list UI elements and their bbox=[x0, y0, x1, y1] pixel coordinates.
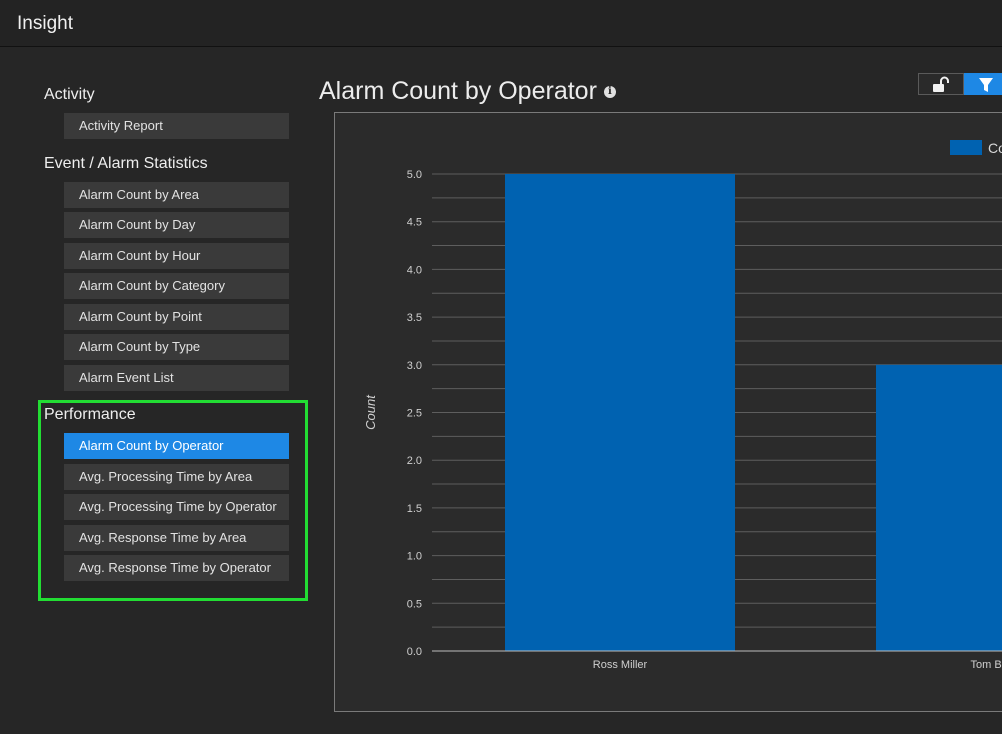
y-axis-label: Count bbox=[363, 394, 378, 430]
y-tick-label: 2.0 bbox=[407, 455, 422, 467]
section-heading-event-alarm-statistics: Event / Alarm Statistics bbox=[44, 155, 208, 172]
filter-icon bbox=[979, 78, 993, 92]
y-tick-label: 2.5 bbox=[407, 408, 422, 420]
nav-item-alarm-count-by-operator[interactable]: Alarm Count by Operator bbox=[64, 433, 289, 459]
y-tick-label: 1.0 bbox=[407, 551, 422, 563]
bar-chart: 0.0 0.5 1.0 1.5 2.0 2.5 3.0 3.5 4.0 4.5 5.0 Count Ro… bbox=[363, 140, 1002, 671]
nav-item-activity-report[interactable]: Activity Report bbox=[64, 113, 289, 139]
nav-item-alarm-event-list[interactable]: Alarm Event List bbox=[64, 365, 289, 391]
y-tick-label: 0.0 bbox=[407, 646, 422, 658]
nav-item-avg-response-time-by-area[interactable]: Avg. Response Time by Area bbox=[64, 525, 289, 551]
app-titlebar: Insight bbox=[0, 0, 1002, 47]
y-tick-label: 1.5 bbox=[407, 503, 422, 515]
content-area: Activity Activity Report Event / Alarm S… bbox=[0, 47, 1002, 734]
nav-item-avg-response-time-by-operator[interactable]: Avg. Response Time by Operator bbox=[64, 555, 289, 581]
nav-item-avg-processing-time-by-operator[interactable]: Avg. Processing Time by Operator bbox=[64, 494, 289, 520]
nav-item-alarm-count-by-day[interactable]: Alarm Count by Day bbox=[64, 212, 289, 238]
y-tick-label: 3.5 bbox=[407, 312, 422, 324]
x-tick-label: Ross Miller bbox=[593, 659, 648, 671]
x-tick-label: Tom Bra bbox=[971, 659, 1002, 671]
app-title: Insight bbox=[17, 13, 73, 34]
nav-item-alarm-count-by-hour[interactable]: Alarm Count by Hour bbox=[64, 243, 289, 269]
y-tick-label: 0.5 bbox=[407, 598, 422, 610]
page-title-text: Alarm Count by Operator bbox=[319, 77, 597, 105]
unlock-icon bbox=[933, 76, 949, 92]
y-tick-label: 5.0 bbox=[407, 169, 422, 181]
y-tick-label: 4.0 bbox=[407, 264, 422, 276]
filter-button[interactable] bbox=[964, 73, 1002, 95]
nav-item-alarm-count-by-area[interactable]: Alarm Count by Area bbox=[64, 182, 289, 208]
section-heading-performance: Performance bbox=[44, 406, 136, 423]
y-tick-label: 4.5 bbox=[407, 217, 422, 229]
lock-toggle-button[interactable] bbox=[918, 73, 964, 95]
nav-item-alarm-count-by-type[interactable]: Alarm Count by Type bbox=[64, 334, 289, 360]
nav-item-avg-processing-time-by-area[interactable]: Avg. Processing Time by Area bbox=[64, 464, 289, 490]
legend-label: Co bbox=[988, 140, 1002, 156]
nav-item-alarm-count-by-point[interactable]: Alarm Count by Point bbox=[64, 304, 289, 330]
legend-swatch bbox=[950, 140, 982, 155]
page-title: Alarm Count by Operator i bbox=[319, 77, 616, 106]
y-tick-label: 3.0 bbox=[407, 360, 422, 372]
chart-panel: 0.0 0.5 1.0 1.5 2.0 2.5 3.0 3.5 4.0 4.5 5.0 Count Ro… bbox=[334, 112, 1002, 712]
info-icon[interactable]: i bbox=[603, 86, 616, 99]
section-heading-activity: Activity bbox=[44, 86, 95, 103]
nav-item-alarm-count-by-category[interactable]: Alarm Count by Category bbox=[64, 273, 289, 299]
bar bbox=[876, 364, 1002, 651]
bar bbox=[505, 174, 735, 651]
